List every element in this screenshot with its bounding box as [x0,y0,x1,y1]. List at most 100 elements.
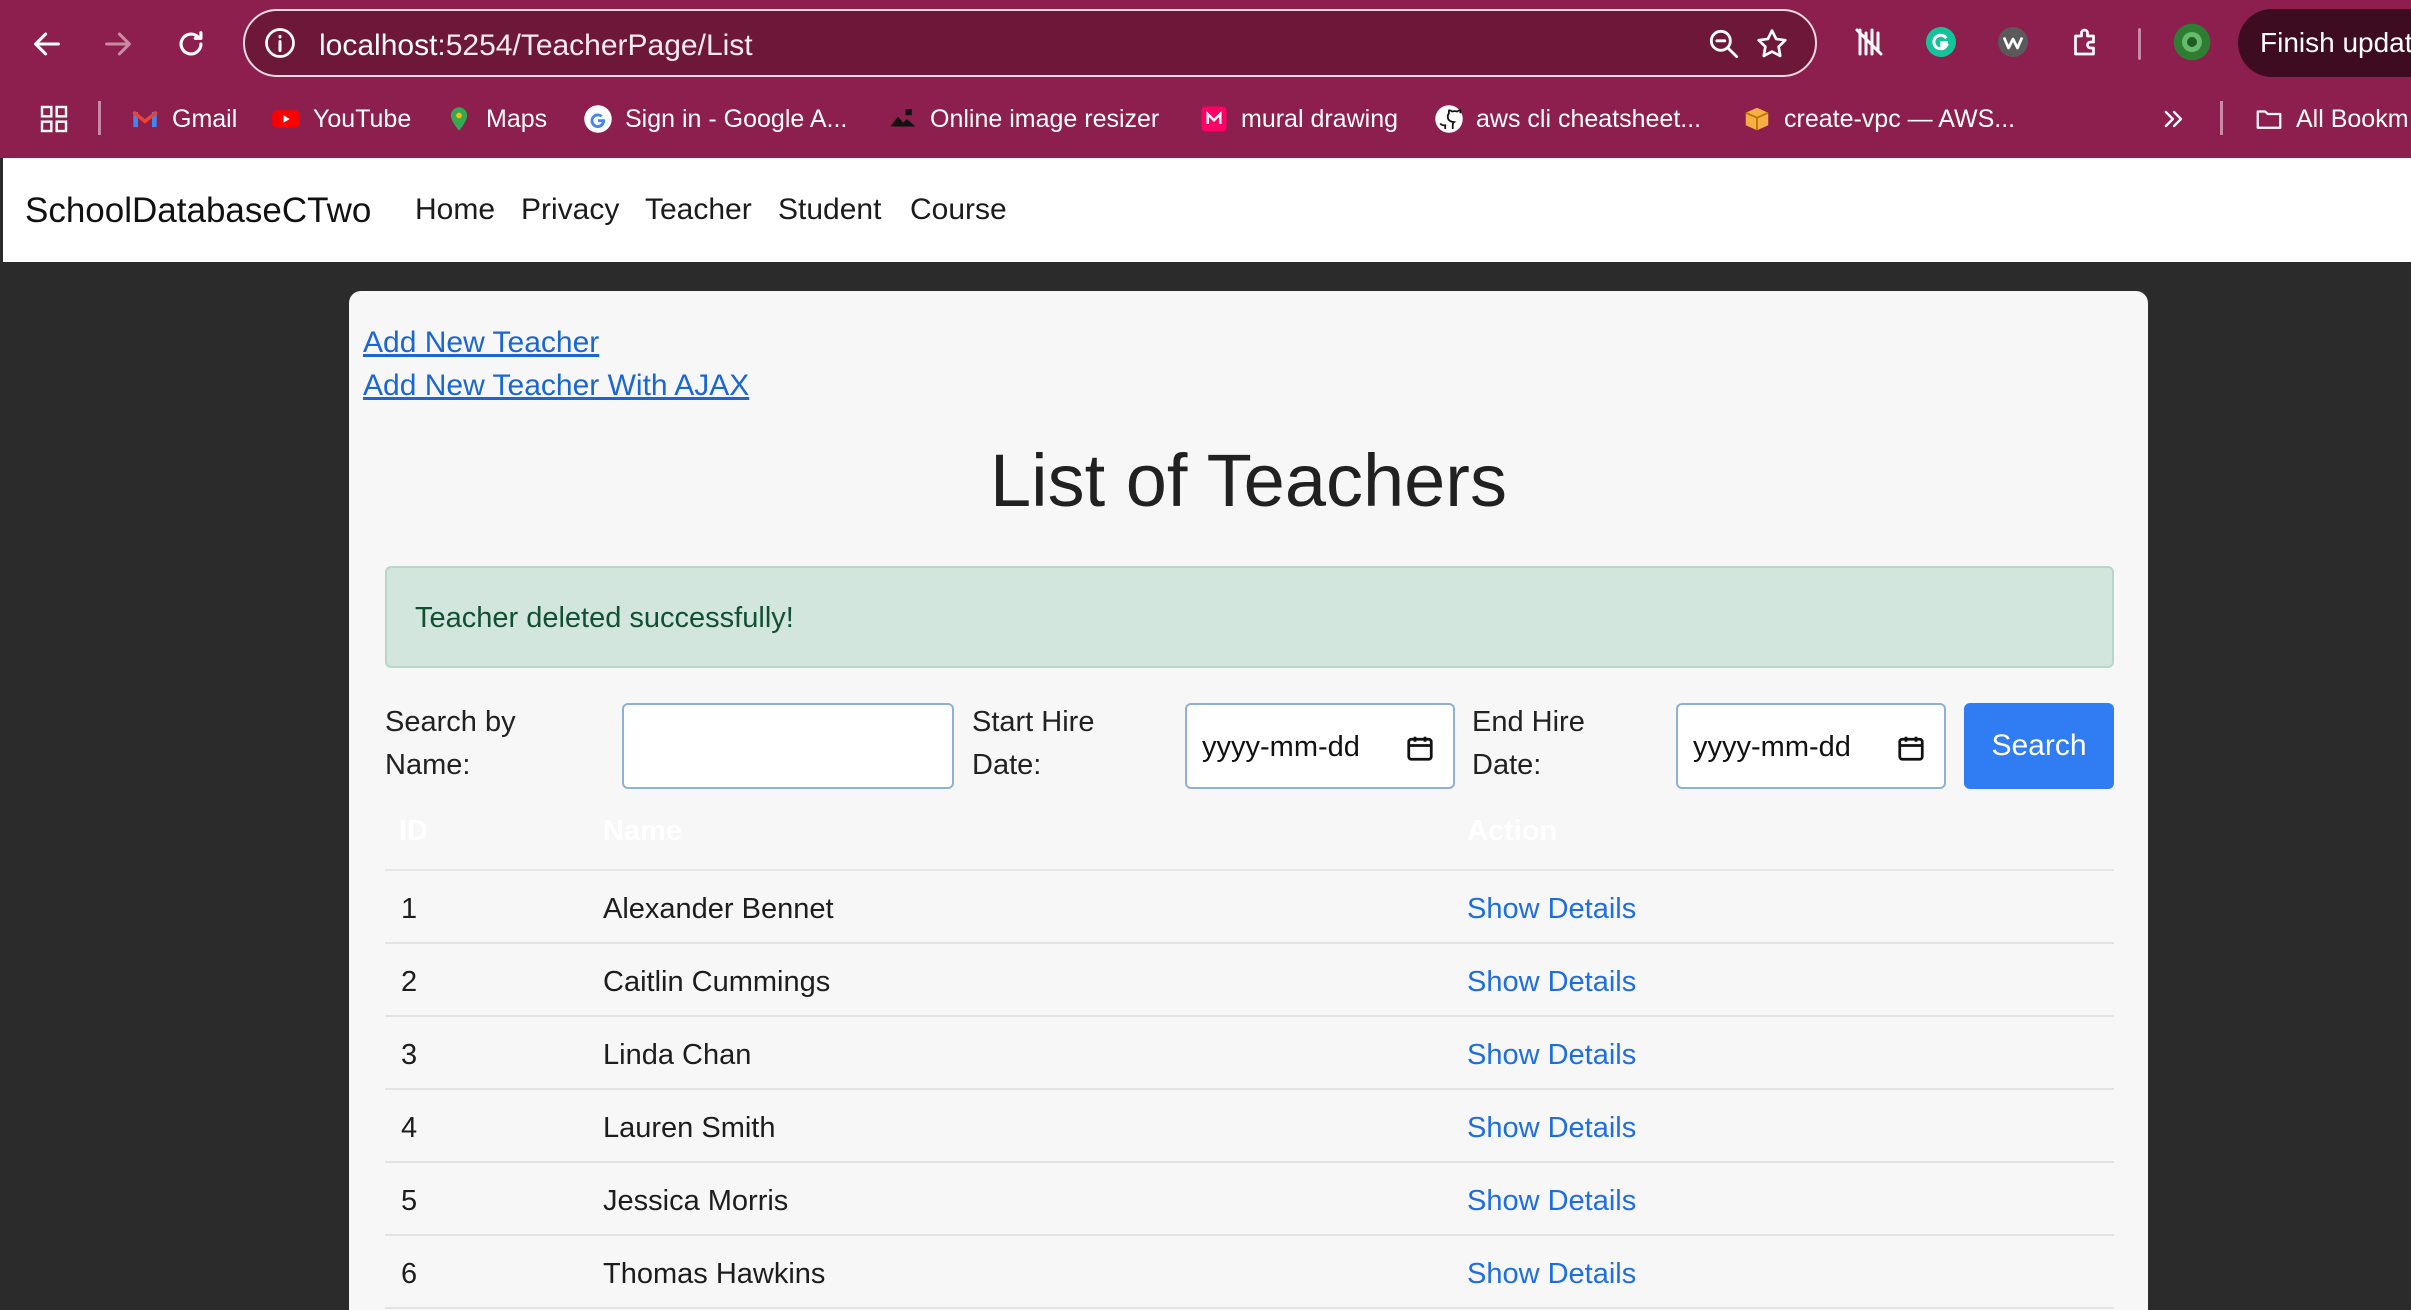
show-details-link[interactable]: Show Details [1467,1258,1636,1291]
column-header-id: ID [399,815,428,847]
all-bookmarks-button[interactable]: All Bookm [2254,101,2409,137]
search-button[interactable]: Search [1964,703,2114,789]
site-info-icon[interactable] [262,25,298,61]
end-hire-date-label: End Hire Date: [1472,706,1585,781]
bookmark-gmail[interactable]: Gmail [130,101,237,137]
gmail-icon [130,104,160,134]
navbar-brand[interactable]: SchoolDatabaseCTwo [25,191,371,231]
start-hire-date-label: Start Hire Date: [972,706,1095,781]
bookmark-label: Maps [486,104,548,133]
end-hire-date-input[interactable]: yyyy-mm-dd [1676,703,1946,789]
extensions-puzzle-icon[interactable] [2066,22,2106,62]
alert-message: Teacher deleted successfully! [415,602,794,634]
bookmark-label: Sign in - Google A... [625,104,848,133]
w-extension-icon[interactable] [1993,22,2033,62]
reload-icon [179,31,203,56]
apps-grid-button[interactable] [38,101,70,137]
cell-name: Jessica Morris [603,1185,789,1217]
bookmark-create-vpc[interactable]: create-vpc — AWS... [1742,101,2015,137]
address-bar[interactable]: localhost:5254/TeacherPage/List [243,9,1817,77]
nav-link-privacy[interactable]: Privacy [521,193,619,227]
browser-chrome: localhost:5254/TeacherPage/List Finish u… [0,0,2411,158]
calendar-icon[interactable] [1405,732,1435,764]
column-header-action: Action [1467,815,1558,847]
table-row: 4 Lauren Smith Show Details [385,1090,2114,1163]
page-title: List of Teachers [990,439,1507,522]
start-date-placeholder: yyyy-mm-dd [1202,731,1360,763]
bookmark-label: Gmail [172,104,238,133]
bookmark-maps[interactable]: Maps [444,101,547,137]
show-details-link[interactable]: Show Details [1467,1039,1636,1072]
zoom-icon[interactable] [1705,25,1743,63]
cell-id: 2 [401,966,418,998]
bookmark-image-resizer[interactable]: Online image resizer [888,101,1159,137]
site-navbar: SchoolDatabaseCTwo Home Privacy Teacher … [3,158,2411,262]
forward-button[interactable] [92,18,144,70]
toolbar-separator [2138,28,2141,60]
folder-icon [2254,104,2284,134]
nav-link-home[interactable]: Home [415,193,495,227]
show-details-link[interactable]: Show Details [1467,1185,1636,1218]
cell-name: Thomas Hawkins [603,1258,826,1290]
more-bookmarks-button[interactable] [2160,101,2188,137]
extension-crossed-icon[interactable] [1849,22,1889,62]
youtube-icon [271,104,301,134]
chevrons-right-icon [2164,110,2183,128]
cell-name: Linda Chan [603,1039,752,1071]
cell-id: 6 [401,1258,418,1290]
bookmark-label: aws cli cheatsheet... [1476,104,1702,133]
add-teacher-ajax-link[interactable]: Add New Teacher With AJAX [363,369,749,403]
column-header-name: Name [603,815,682,847]
table-row: 2 Caitlin Cummings Show Details [385,944,2114,1017]
google-icon [583,104,613,134]
show-details-link[interactable]: Show Details [1467,1112,1636,1145]
profile-avatar-icon[interactable] [2172,22,2212,62]
reload-button[interactable] [165,18,217,70]
github-icon [1434,104,1464,134]
show-details-link[interactable]: Show Details [1467,966,1636,999]
success-alert: Teacher deleted successfully! [385,566,2114,668]
aws-box-icon [1742,104,1772,134]
url-host: localhost [319,29,438,62]
star-icon[interactable] [1753,25,1791,63]
nav-link-teacher[interactable]: Teacher [645,193,752,227]
table-row: 5 Jessica Morris Show Details [385,1163,2114,1236]
cell-id: 4 [401,1112,418,1144]
cell-id: 3 [401,1039,418,1071]
cell-name: Caitlin Cummings [603,966,831,998]
content-card: Add New Teacher Add New Teacher With AJA… [349,291,2148,1310]
grammarly-icon[interactable] [1921,22,1961,62]
url-path: :5254/TeacherPage/List [437,29,753,62]
add-teacher-link[interactable]: Add New Teacher [363,326,599,360]
start-hire-date-input[interactable]: yyyy-mm-dd [1185,703,1455,789]
back-button[interactable] [21,18,73,70]
cell-name: Alexander Bennet [603,893,834,925]
bookmark-label: mural drawing [1241,104,1399,133]
arrow-right-icon [105,32,131,56]
table-row: 6 Thomas Hawkins Show Details [385,1236,2114,1309]
bookmark-label: YouTube [313,104,412,133]
mural-icon [1199,104,1229,134]
all-bookmarks-label: All Bookm [2296,104,2409,133]
resizer-icon [888,104,918,134]
bookmark-mural[interactable]: mural drawing [1199,101,1398,137]
finish-update-button[interactable]: Finish updat [2238,9,2411,77]
bookmark-separator [2220,101,2223,135]
bookmark-google-signin[interactable]: Sign in - Google A... [583,101,847,137]
bookmark-aws-cli[interactable]: aws cli cheatsheet... [1434,101,1701,137]
cell-id: 5 [401,1185,418,1217]
arrow-left-icon [34,32,60,56]
search-name-label: Search by Name: [385,706,516,781]
nav-link-student[interactable]: Student [778,193,881,227]
bookmark-youtube[interactable]: YouTube [271,101,411,137]
table-row: 1 Alexander Bennet Show Details [385,871,2114,944]
bookmark-label: Online image resizer [930,104,1160,133]
table-row: 3 Linda Chan Show Details [385,1017,2114,1090]
nav-link-course[interactable]: Course [910,193,1007,227]
cell-name: Lauren Smith [603,1112,776,1144]
url-text: localhost:5254/TeacherPage/List [319,29,753,63]
search-name-input[interactable] [622,703,954,789]
maps-icon [444,104,474,134]
show-details-link[interactable]: Show Details [1467,893,1636,926]
calendar-icon[interactable] [1896,732,1926,764]
